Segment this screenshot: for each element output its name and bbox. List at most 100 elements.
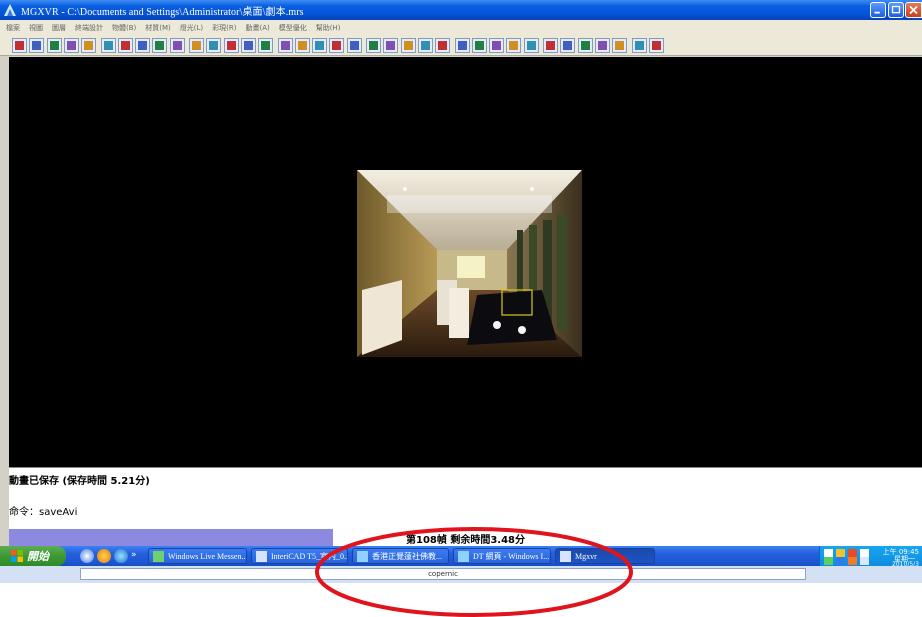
texture-button[interactable]: [329, 38, 345, 53]
start-label: 開始: [27, 550, 49, 563]
menu-view[interactable]: 視圖: [29, 23, 43, 33]
maximize-button[interactable]: [888, 2, 904, 18]
first-key-button[interactable]: [189, 38, 204, 53]
prev-frame-button[interactable]: [63, 38, 79, 53]
window-4-icon: [580, 41, 590, 50]
messenger-tray-icon[interactable]: [824, 557, 833, 565]
object-icon: [386, 41, 396, 50]
console-message: 動畫已保存 (保存時間 5.21分): [9, 476, 150, 487]
deselect-icon: [32, 41, 42, 50]
antivirus-icon[interactable]: [848, 557, 857, 565]
view-front-button[interactable]: [152, 38, 168, 53]
object-button[interactable]: [383, 38, 399, 53]
close-button[interactable]: [905, 2, 922, 18]
menu-object[interactable]: 物體(B): [112, 23, 136, 33]
menu-design[interactable]: 終端設計: [75, 23, 103, 33]
window-1-icon: [526, 41, 536, 50]
menu-file[interactable]: 檔案: [6, 23, 20, 33]
network-icon[interactable]: [824, 549, 833, 557]
material-button[interactable]: [346, 38, 362, 53]
view-back-button[interactable]: [169, 38, 185, 53]
window-1-button[interactable]: [523, 38, 539, 53]
orbit-button[interactable]: [277, 38, 293, 53]
window-4-button[interactable]: [577, 38, 593, 53]
orbit-icon: [280, 41, 290, 50]
mgxvr-app-icon[interactable]: [3, 3, 17, 17]
light-icon: [315, 41, 325, 50]
pan-button[interactable]: [489, 38, 505, 53]
menu-optimize[interactable]: 模型優化: [279, 23, 307, 33]
material-icon: [349, 41, 359, 50]
magnify-icon: [615, 41, 625, 50]
cursor-button[interactable]: [471, 38, 487, 53]
camera-button[interactable]: [135, 38, 151, 53]
light-button[interactable]: [312, 38, 328, 53]
window-icon: [651, 41, 661, 50]
console-command[interactable]: 命令：saveAvi: [9, 503, 77, 518]
messenger-icon: [153, 550, 164, 562]
plane-button[interactable]: [454, 38, 470, 53]
title-bar[interactable]: MGXVR - C:\Documents and Settings\Admini…: [0, 0, 922, 20]
quick-launch-chevron[interactable]: »: [131, 549, 137, 563]
menu-animation[interactable]: 動畫(A): [245, 23, 269, 33]
target-button[interactable]: [258, 38, 274, 53]
select-arrow-button[interactable]: [366, 38, 381, 53]
sync-icon[interactable]: [860, 557, 869, 565]
menu-layer[interactable]: 圖層: [52, 23, 66, 33]
intericad-icon: [256, 550, 267, 562]
last-key-button[interactable]: [223, 38, 239, 53]
desktop-icon[interactable]: [80, 549, 94, 563]
texture-icon: [332, 41, 342, 50]
next-frame-button[interactable]: [100, 38, 116, 53]
stop-button[interactable]: [46, 38, 62, 53]
ie-icon[interactable]: [114, 549, 128, 563]
taskbar-button-label: Windows Live Messen...: [168, 551, 247, 561]
prev-frame-icon: [66, 41, 76, 50]
window-3-button[interactable]: [560, 38, 576, 53]
loop-icon: [243, 41, 253, 50]
play-button[interactable]: [81, 38, 97, 53]
first-key-icon: [192, 41, 201, 50]
command-console[interactable]: 動畫已保存 (保存時間 5.21分) 命令：saveAvi: [9, 467, 922, 529]
zoom-icon: [509, 41, 519, 50]
window-2-button[interactable]: [543, 38, 558, 53]
media-icon[interactable]: [97, 549, 111, 563]
grid-icon: [297, 41, 307, 50]
toolbar: [0, 36, 922, 56]
start-button[interactable]: 開始: [0, 546, 66, 566]
select-button[interactable]: [12, 38, 27, 53]
camera-icon: [138, 41, 148, 50]
record-button[interactable]: [117, 38, 133, 53]
menu-light[interactable]: 燈光(L): [180, 23, 203, 33]
menu-material[interactable]: 材質(M): [145, 23, 171, 33]
window-3-icon: [563, 41, 573, 50]
key-button[interactable]: [206, 38, 222, 53]
play-icon: [84, 41, 94, 50]
zoom-button[interactable]: [506, 38, 522, 53]
taskbar-button-messenger[interactable]: Windows Live Messen...: [148, 548, 247, 564]
minimize-button[interactable]: [870, 2, 886, 18]
target-icon: [261, 41, 271, 50]
menu-help[interactable]: 幫助(H): [316, 23, 341, 33]
volume-icon[interactable]: [848, 549, 857, 557]
update-icon[interactable]: [836, 557, 845, 565]
cursor-icon: [474, 41, 484, 50]
triangle-button[interactable]: [435, 38, 451, 53]
render-viewport[interactable]: [9, 57, 922, 467]
layout-button[interactable]: [631, 38, 647, 53]
deselect-button[interactable]: [29, 38, 45, 53]
walk-button[interactable]: [400, 38, 416, 53]
mountain-button[interactable]: [417, 38, 433, 53]
layout-icon: [634, 41, 644, 50]
menu-render[interactable]: 彩現(R): [212, 23, 236, 33]
window-button[interactable]: [648, 38, 664, 53]
walk-icon: [403, 41, 413, 50]
magnify-button[interactable]: [612, 38, 628, 53]
app-window: MGXVR - C:\Documents and Settings\Admini…: [0, 0, 922, 546]
triangle-icon: [438, 41, 448, 50]
sphere-button[interactable]: [594, 38, 610, 53]
input-icon[interactable]: [860, 549, 869, 557]
loop-button[interactable]: [240, 38, 256, 53]
grid-button[interactable]: [294, 38, 310, 53]
security-icon[interactable]: [836, 549, 845, 557]
